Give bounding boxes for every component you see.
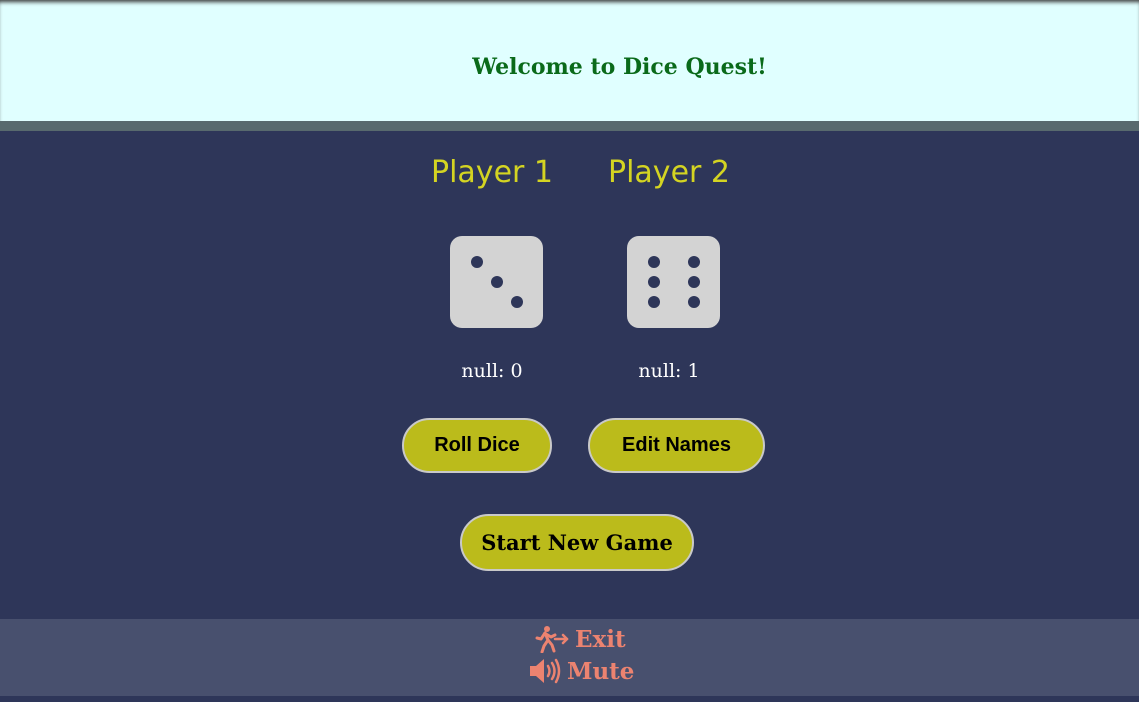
mute-link[interactable]: Mute xyxy=(528,657,634,685)
footer: Exit Mute xyxy=(0,619,1139,696)
app: Welcome to Dice Quest! Player 1 null: 0 … xyxy=(0,0,1139,702)
die-pip xyxy=(648,296,660,308)
die-pip xyxy=(688,276,700,288)
header: Welcome to Dice Quest! xyxy=(0,0,1139,121)
die-pip xyxy=(688,256,700,268)
die-pip xyxy=(471,256,483,268)
footer-bottom-bar xyxy=(0,696,1139,702)
page-title: Welcome to Dice Quest! xyxy=(472,54,767,80)
roll-dice-button[interactable]: Roll Dice xyxy=(402,418,552,473)
player-2-die xyxy=(627,236,720,328)
die-pip xyxy=(648,256,660,268)
player-2-score: null: 1 xyxy=(638,360,700,382)
player-1-name: Player 1 xyxy=(431,155,553,190)
exit-label: Exit xyxy=(575,625,626,653)
start-new-game-button[interactable]: Start New Game xyxy=(460,514,694,571)
speaker-volume-icon xyxy=(528,657,561,685)
die-pip xyxy=(491,276,503,288)
person-running-exit-icon xyxy=(535,625,569,654)
player-2-name: Player 2 xyxy=(608,155,730,190)
mute-label: Mute xyxy=(567,657,635,685)
edit-names-button[interactable]: Edit Names xyxy=(588,418,765,473)
die-pip xyxy=(511,296,523,308)
player-1-score: null: 0 xyxy=(461,360,523,382)
header-divider xyxy=(0,121,1139,131)
die-pip xyxy=(688,296,700,308)
player-1-die xyxy=(450,236,543,328)
die-pip xyxy=(648,276,660,288)
exit-link[interactable]: Exit xyxy=(535,625,626,654)
